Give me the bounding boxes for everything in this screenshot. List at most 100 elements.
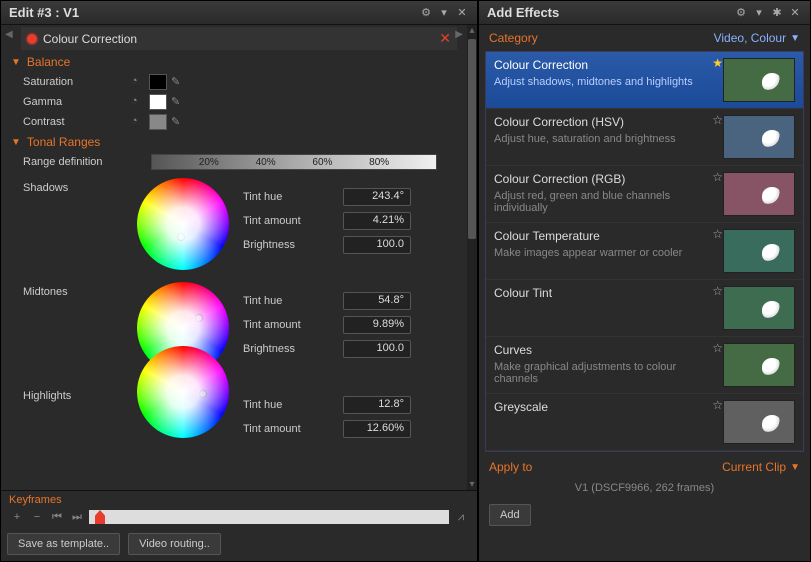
- brightness-label: Brightness: [243, 239, 333, 251]
- tonal-group-label: Shadows: [23, 178, 123, 194]
- tonal-group-label: Highlights: [23, 386, 123, 402]
- contrast-swatch[interactable]: [149, 114, 167, 130]
- effects-panel-header: Add Effects ⚙ ▾ ✱ ✕: [479, 1, 810, 25]
- keyframe-marker[interactable]: [95, 510, 105, 524]
- keyframe-icon[interactable]: ◔: [131, 115, 145, 129]
- effect-thumbnail: [723, 343, 795, 387]
- brightness-value[interactable]: 100.0: [343, 236, 411, 254]
- keyframe-last-button[interactable]: ⏭: [69, 511, 85, 524]
- range-tick-label: 60%: [312, 157, 332, 168]
- edit-panel-title: Edit #3 : V1: [9, 5, 415, 20]
- vertical-scrollbar[interactable]: ▴ ▾: [467, 25, 477, 490]
- tint-hue-label: Tint hue: [243, 191, 333, 203]
- tint-amount-value[interactable]: 4.21%: [343, 212, 411, 230]
- tint-hue-value[interactable]: 243.4°: [343, 188, 411, 206]
- star-icon[interactable]: ☆: [712, 113, 723, 127]
- edit-icon[interactable]: ✎: [171, 75, 185, 89]
- tint-hue-value[interactable]: 12.8°: [343, 396, 411, 414]
- star-icon[interactable]: ☆: [712, 170, 723, 184]
- tint-amount-label: Tint amount: [243, 423, 333, 435]
- range-definition-slider[interactable]: 20%40%60%80%: [151, 154, 437, 170]
- effect-thumbnail: [723, 400, 795, 444]
- edit-icon[interactable]: ✎: [171, 95, 185, 109]
- chevron-down-icon[interactable]: ▼: [790, 462, 800, 473]
- keyframe-add-button[interactable]: +: [9, 511, 25, 523]
- gear-icon[interactable]: ⚙: [734, 6, 748, 20]
- tint-hue-row: Tint hue 243.4°: [243, 188, 411, 206]
- brightness-value[interactable]: 100.0: [343, 340, 411, 358]
- dropdown-icon[interactable]: ▾: [752, 6, 766, 20]
- effect-enabled-dot[interactable]: [27, 34, 37, 44]
- contrast-row: Contrast ◔ ✎: [1, 112, 477, 132]
- video-routing-button[interactable]: Video routing..: [128, 533, 221, 555]
- effects-list: Colour Correction Adjust shadows, midton…: [485, 51, 804, 452]
- category-value: Video, Colour: [714, 31, 787, 45]
- save-template-button[interactable]: Save as template..: [7, 533, 120, 555]
- scrollbar-thumb[interactable]: [468, 39, 476, 239]
- tint-hue-label: Tint hue: [243, 399, 333, 411]
- edit-icon[interactable]: ✎: [171, 115, 185, 129]
- saturation-swatch[interactable]: [149, 74, 167, 90]
- effect-item[interactable]: Curves Make graphical adjustments to col…: [486, 337, 803, 394]
- colour-wheel[interactable]: [137, 346, 229, 438]
- scroll-up-icon[interactable]: ▴: [467, 25, 477, 36]
- tonal-group-title: Tonal Ranges: [27, 135, 100, 149]
- tint-amount-row: Tint amount4.21%: [243, 212, 411, 230]
- close-icon[interactable]: ✕: [455, 6, 469, 20]
- effect-item[interactable]: Colour Tint ☆: [486, 280, 803, 337]
- range-tick-label: 20%: [199, 157, 219, 168]
- tonal-group-header[interactable]: ▼ Tonal Ranges: [1, 132, 477, 152]
- effect-item[interactable]: Colour Correction (HSV) Adjust hue, satu…: [486, 109, 803, 166]
- close-icon[interactable]: ✕: [788, 6, 802, 20]
- effect-item-desc: Make images appear warmer or cooler: [494, 247, 715, 259]
- tint-amount-value[interactable]: 12.60%: [343, 420, 411, 438]
- effect-item[interactable]: Greyscale ☆: [486, 394, 803, 451]
- apply-to-row[interactable]: Apply to Current Clip ▼: [479, 452, 810, 478]
- gamma-row: Gamma ◔ ✎: [1, 92, 477, 112]
- chevron-down-icon[interactable]: ▼: [790, 33, 800, 44]
- keyframe-icon[interactable]: ◔: [131, 75, 145, 89]
- keyframe-icon[interactable]: ◔: [131, 95, 145, 109]
- gear-icon[interactable]: ⚙: [419, 6, 433, 20]
- star-icon[interactable]: ☆: [712, 227, 723, 241]
- star-icon[interactable]: ☆: [712, 341, 723, 355]
- colour-wheel[interactable]: [137, 178, 229, 270]
- effect-item[interactable]: Colour Correction (RGB) Adjust red, gree…: [486, 166, 803, 223]
- effect-thumbnail: [723, 115, 795, 159]
- dropdown-icon[interactable]: ▾: [437, 6, 451, 20]
- pin-icon[interactable]: ✱: [770, 6, 784, 20]
- colour-wheel-cursor[interactable]: [199, 390, 207, 398]
- tint-hue-value[interactable]: 54.8°: [343, 292, 411, 310]
- keyframe-curve-button[interactable]: ⩘: [453, 511, 469, 524]
- keyframes-section: Keyframes + − ⏮ ⏭ ⩘: [1, 490, 477, 527]
- effect-section-header[interactable]: Colour Correction ✕: [21, 27, 457, 50]
- effect-item-desc: Make graphical adjustments to colour cha…: [494, 361, 715, 385]
- add-button[interactable]: Add: [489, 504, 531, 526]
- range-definition-row: Range definition 20%40%60%80%: [1, 152, 477, 172]
- apply-to-value: Current Clip: [722, 460, 786, 474]
- chevron-right-icon[interactable]: ▶: [453, 29, 465, 40]
- effect-item-name: Colour Correction (HSV): [494, 115, 715, 129]
- gamma-swatch[interactable]: [149, 94, 167, 110]
- colour-wheel-cursor[interactable]: [177, 233, 185, 241]
- category-row[interactable]: Category Video, Colour ▼: [479, 25, 810, 51]
- saturation-label: Saturation: [23, 76, 123, 88]
- star-icon[interactable]: ☆: [712, 284, 723, 298]
- colour-wheel-cursor[interactable]: [195, 314, 203, 322]
- keyframe-remove-button[interactable]: −: [29, 511, 45, 523]
- effect-item-name: Colour Temperature: [494, 229, 715, 243]
- keyframe-first-button[interactable]: ⏮: [49, 511, 65, 524]
- balance-group-header[interactable]: ▼ Balance: [1, 52, 477, 72]
- star-icon[interactable]: ★: [712, 56, 723, 70]
- tint-hue-label: Tint hue: [243, 295, 333, 307]
- effect-remove-icon[interactable]: ✕: [439, 30, 451, 47]
- keyframe-track[interactable]: [89, 510, 449, 524]
- tint-amount-value[interactable]: 9.89%: [343, 316, 411, 334]
- star-icon[interactable]: ☆: [712, 398, 723, 412]
- keyframes-title: Keyframes: [9, 494, 469, 510]
- effect-item[interactable]: Colour Correction Adjust shadows, midton…: [486, 52, 803, 109]
- effect-item[interactable]: Colour Temperature Make images appear wa…: [486, 223, 803, 280]
- chevron-left-icon[interactable]: ◀: [3, 29, 15, 40]
- scroll-down-icon[interactable]: ▾: [467, 479, 477, 490]
- tonal-group-shadows: Shadows Tint hue243.4° Tint amount4.21% …: [1, 172, 477, 276]
